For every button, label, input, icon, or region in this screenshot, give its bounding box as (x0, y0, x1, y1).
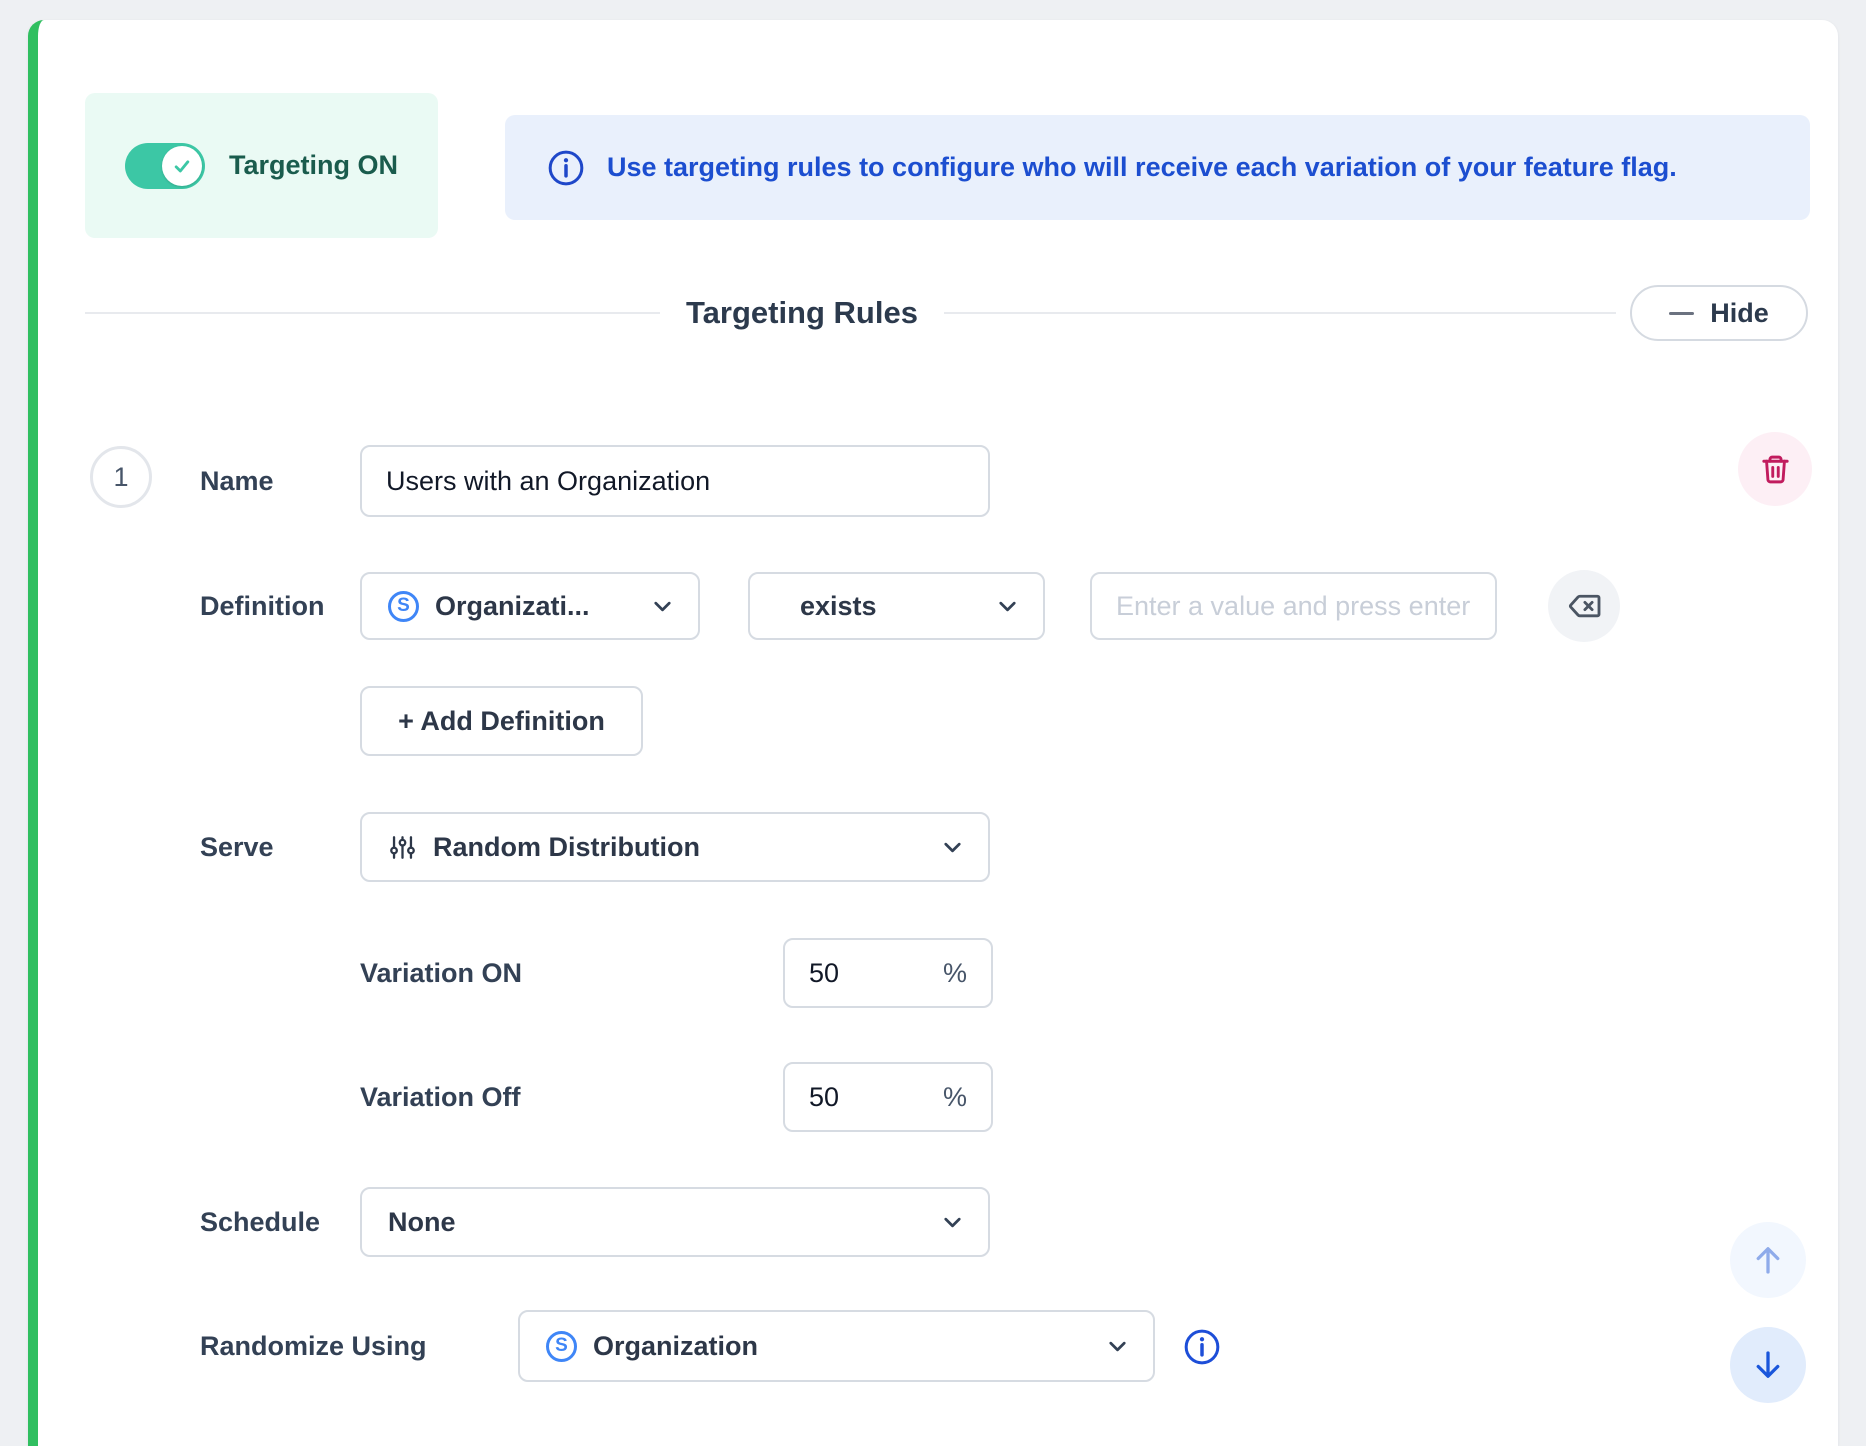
variation-off-label: Variation Off (360, 1062, 521, 1132)
s-badge-icon: S (546, 1331, 577, 1362)
operator-dropdown[interactable]: exists (748, 572, 1045, 640)
percent-unit: % (943, 958, 967, 989)
targeting-toggle[interactable] (125, 143, 205, 189)
variation-on-input[interactable] (809, 958, 943, 989)
hide-button[interactable]: Hide (1630, 285, 1808, 341)
definition-field-dropdown[interactable]: S Organizati... (360, 572, 700, 640)
definition-value-input[interactable] (1090, 572, 1497, 640)
section-title: Targeting Rules (660, 295, 944, 331)
variation-on-field: % (783, 938, 993, 1008)
arrow-up-icon (1750, 1242, 1786, 1278)
banner-text: Use targeting rules to configure who wil… (607, 152, 1677, 183)
chevron-down-icon (649, 593, 676, 620)
trash-icon (1759, 453, 1792, 486)
rule-number-badge: 1 (90, 446, 152, 508)
backspace-icon (1566, 588, 1602, 624)
chevron-down-icon (994, 593, 1021, 620)
name-input[interactable] (360, 445, 990, 517)
info-icon (547, 149, 585, 187)
definition-label: Definition (200, 572, 324, 640)
variation-on-label: Variation ON (360, 938, 522, 1008)
screen: Targeting ON Use targeting rules to conf… (0, 0, 1866, 1446)
toggle-knob (162, 146, 202, 186)
move-rule-down-button[interactable] (1730, 1327, 1806, 1403)
serve-label: Serve (200, 812, 274, 882)
divider-right (944, 312, 1616, 314)
targeting-toggle-label: Targeting ON (229, 150, 398, 181)
name-label: Name (200, 445, 274, 517)
operator-value: exists (800, 591, 978, 622)
serve-dropdown[interactable]: Random Distribution (360, 812, 990, 882)
schedule-dropdown[interactable]: None (360, 1187, 990, 1257)
chevron-down-icon (939, 834, 966, 861)
variation-off-field: % (783, 1062, 993, 1132)
randomize-dropdown[interactable]: S Organization (518, 1310, 1155, 1382)
arrow-down-icon (1750, 1347, 1786, 1383)
clear-value-button[interactable] (1548, 570, 1620, 642)
targeting-rules-header: Targeting Rules Hide (85, 285, 1808, 341)
add-definition-button[interactable]: + Add Definition (360, 686, 643, 756)
variation-off-input[interactable] (809, 1082, 943, 1113)
percent-unit: % (943, 1082, 967, 1113)
schedule-value: None (388, 1207, 923, 1238)
s-badge-icon: S (388, 591, 419, 622)
randomize-value: Organization (593, 1331, 1088, 1362)
move-rule-up-button[interactable] (1730, 1222, 1806, 1298)
hide-button-label: Hide (1710, 298, 1769, 329)
check-icon (172, 156, 192, 176)
divider-left (85, 312, 660, 314)
minus-icon (1669, 312, 1694, 315)
targeting-rule-card: Targeting ON Use targeting rules to conf… (28, 20, 1838, 1446)
schedule-label: Schedule (200, 1187, 320, 1257)
randomize-info-icon[interactable] (1183, 1328, 1221, 1366)
chevron-down-icon (1104, 1333, 1131, 1360)
delete-rule-button[interactable] (1738, 432, 1812, 506)
sliders-icon (388, 833, 417, 862)
targeting-toggle-card: Targeting ON (85, 93, 438, 238)
randomize-using-label: Randomize Using (200, 1310, 427, 1382)
info-banner: Use targeting rules to configure who wil… (505, 115, 1810, 220)
chevron-down-icon (939, 1209, 966, 1236)
definition-field-value: Organizati... (435, 591, 633, 622)
serve-value: Random Distribution (433, 832, 923, 863)
